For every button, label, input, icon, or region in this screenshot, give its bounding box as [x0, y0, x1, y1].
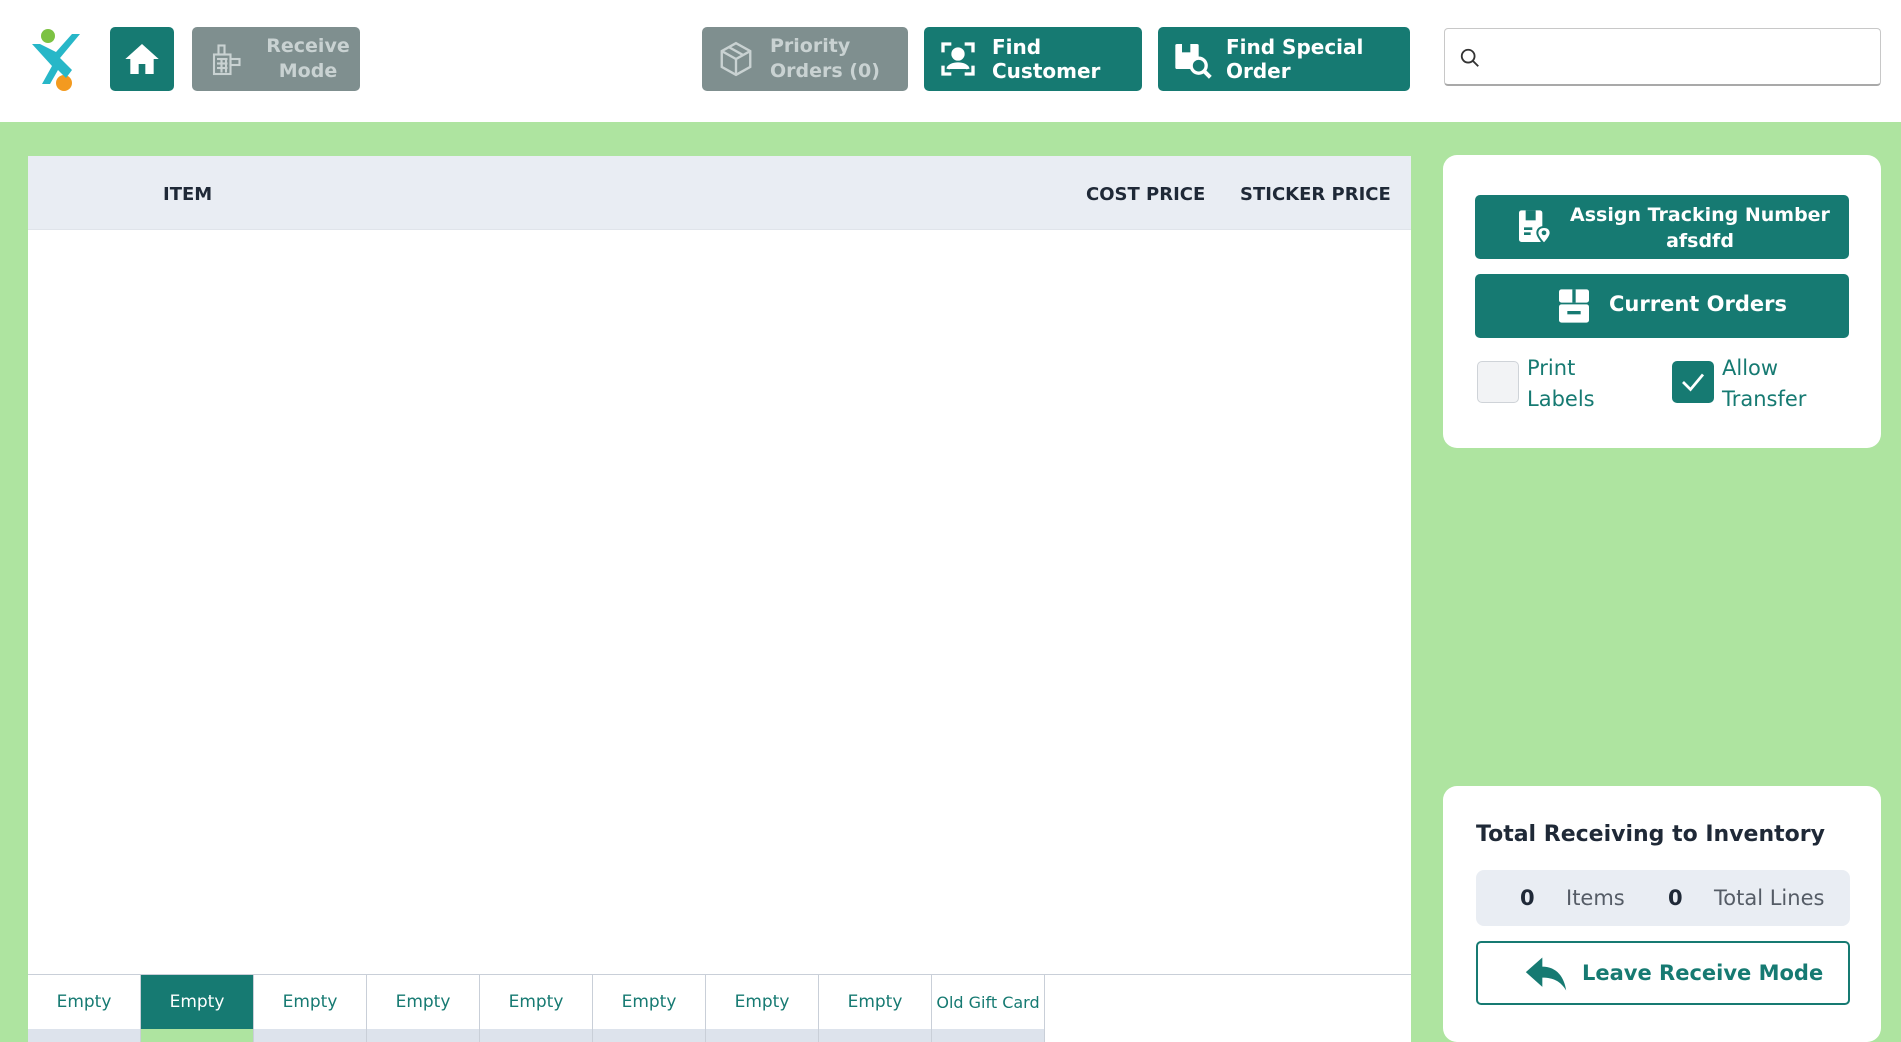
allow-transfer-label[interactable]: Allow Transfer: [1722, 353, 1822, 415]
top-bar: Receive Mode Priority Orders (0) Find Cu…: [0, 0, 1901, 122]
order-tab[interactable]: Empty: [706, 975, 819, 1029]
tab-indicator: [706, 1029, 819, 1042]
tab-indicator: [819, 1029, 932, 1042]
tab-indicator: [480, 1029, 593, 1042]
receive-mode-button[interactable]: Receive Mode: [192, 27, 360, 91]
checkmark-icon: [1682, 373, 1705, 392]
find-special-order-button[interactable]: Find Special Order: [1158, 27, 1410, 91]
order-tabs: Empty Empty Empty Empty Empty Empty Empt…: [28, 974, 1411, 1042]
receive-mode-label: Receive Mode: [266, 35, 350, 82]
cash-register-icon: [206, 39, 246, 79]
leave-receive-mode-label: Leave Receive Mode: [1582, 961, 1824, 985]
items-label: Items: [1566, 886, 1625, 910]
user-scan-icon: [938, 39, 978, 79]
search-input[interactable]: [1444, 28, 1881, 86]
total-lines-label: Total Lines: [1714, 886, 1825, 910]
tracking-tag-icon: [1513, 206, 1555, 248]
find-special-order-label: Find Special Order: [1226, 35, 1364, 83]
order-tab[interactable]: Empty: [819, 975, 932, 1029]
tab-indicator: [254, 1029, 367, 1042]
allow-transfer-checkbox[interactable]: [1672, 361, 1714, 403]
items-count: 0: [1520, 886, 1535, 910]
order-tab[interactable]: Empty: [28, 975, 141, 1029]
column-header-cost-price: COST PRICE: [1086, 184, 1206, 205]
current-orders-label: Current Orders: [1609, 292, 1787, 316]
home-icon: [125, 44, 159, 74]
order-tab[interactable]: Empty: [254, 975, 367, 1029]
totals-card: Total Receiving to Inventory 0 Items 0 T…: [1443, 786, 1881, 1042]
order-tab[interactable]: Empty: [480, 975, 593, 1029]
order-tab-active[interactable]: Empty: [141, 975, 254, 1029]
reply-arrow-icon: [1525, 957, 1567, 991]
column-header-item: ITEM: [163, 184, 213, 205]
find-customer-button[interactable]: Find Customer: [924, 27, 1142, 91]
package-search-icon: [1172, 39, 1212, 79]
totals-summary: 0 Items 0 Total Lines: [1476, 870, 1850, 926]
order-tab[interactable]: Empty: [593, 975, 706, 1029]
tab-indicator: [593, 1029, 706, 1042]
tab-indicator: [28, 1029, 141, 1042]
order-tab[interactable]: Empty: [367, 975, 480, 1029]
table-header: ITEM COST PRICE STICKER PRICE: [28, 156, 1411, 230]
receive-options-card: Assign Tracking Number afsdfd Current Or…: [1443, 155, 1881, 448]
search-icon: [1460, 48, 1479, 67]
find-customer-label: Find Customer: [992, 35, 1101, 83]
totals-title: Total Receiving to Inventory: [1476, 822, 1825, 847]
archive-box-icon: [1553, 285, 1595, 327]
receive-items-table: ITEM COST PRICE STICKER PRICE Empty Empt…: [28, 156, 1411, 1042]
current-orders-button[interactable]: Current Orders: [1475, 274, 1849, 338]
priority-orders-label: Priority Orders (0): [770, 35, 880, 82]
tab-indicator-active: [141, 1029, 254, 1042]
leave-receive-mode-button[interactable]: Leave Receive Mode: [1476, 941, 1850, 1005]
tab-indicator: [367, 1029, 480, 1042]
home-button[interactable]: [110, 27, 174, 91]
total-lines-count: 0: [1668, 886, 1683, 910]
print-labels-checkbox[interactable]: [1477, 361, 1519, 403]
assign-tracking-number-button[interactable]: Assign Tracking Number afsdfd: [1475, 195, 1849, 259]
brand-logo[interactable]: [28, 26, 90, 92]
priority-orders-button[interactable]: Priority Orders (0): [702, 27, 908, 91]
tracking-number-value: afsdfd: [1666, 230, 1734, 252]
print-labels-label[interactable]: Print Labels: [1527, 353, 1607, 415]
tab-indicator: [932, 1029, 1045, 1042]
box-icon: [716, 39, 756, 79]
column-header-sticker-price: STICKER PRICE: [1240, 184, 1391, 205]
assign-tracking-label: Assign Tracking Number: [1570, 204, 1830, 226]
order-tab-old-gift-card[interactable]: Old Gift Card: [932, 975, 1045, 1029]
